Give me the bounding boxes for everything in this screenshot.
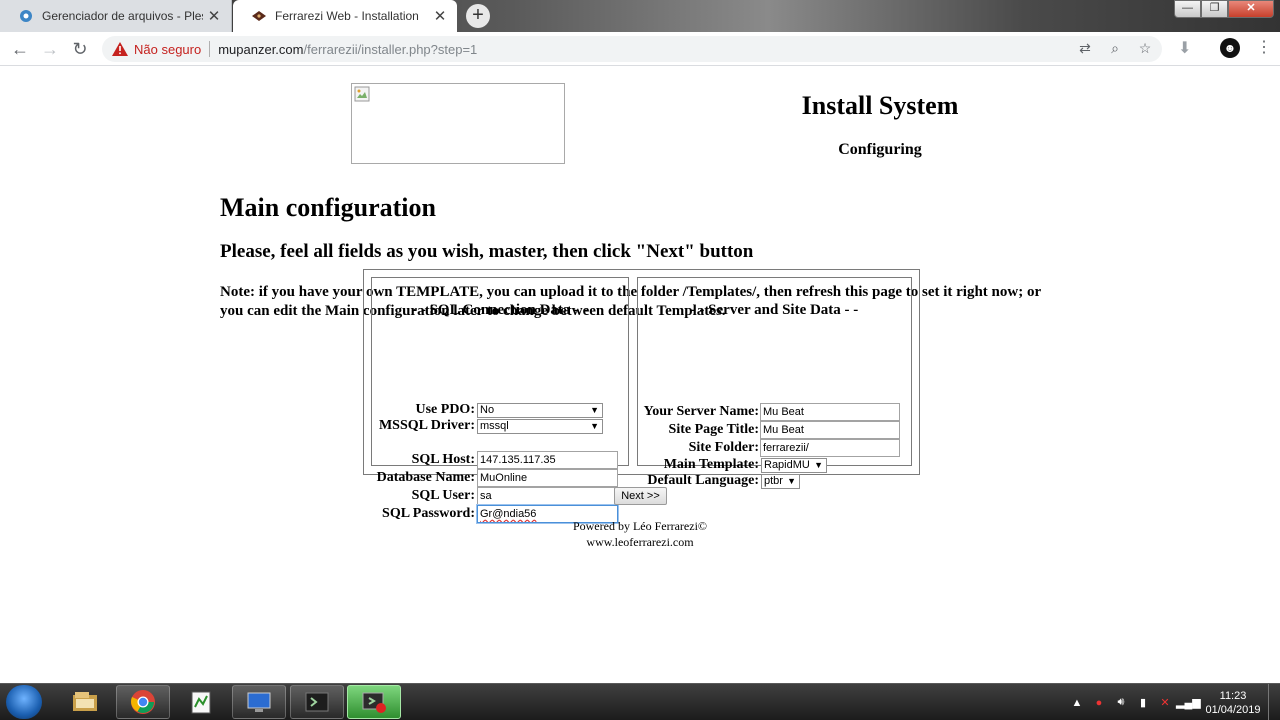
install-title: Install System xyxy=(801,91,959,120)
main-heading: Main configuration xyxy=(220,193,436,222)
dropdown-arrow-icon: ▼ xyxy=(787,475,796,486)
not-secure-label[interactable]: Não seguro xyxy=(134,42,201,57)
mssql-driver-select[interactable]: mssql ▼ xyxy=(477,418,603,434)
address-bar[interactable]: Não seguro mupanzer.com /ferrarezii/inst… xyxy=(102,36,1162,62)
window-close-icon[interactable]: ✕ xyxy=(1228,0,1274,18)
site-folder-input[interactable]: ferrarezii/ xyxy=(760,439,900,457)
powered-by-text: Powered by Léo Ferrarezi© xyxy=(572,519,708,533)
bookmark-star-icon[interactable]: ☆ xyxy=(1136,40,1154,57)
download-icon[interactable]: ⬇ xyxy=(1178,38,1191,58)
website-link[interactable]: www.leoferrarezi.com xyxy=(440,534,840,550)
mssql-driver-row: MSSQL Driver: mssql ▼ xyxy=(372,418,603,434)
dropdown-arrow-icon: ▼ xyxy=(590,420,599,431)
instruction-heading: Please, feel all fields as you wish, mas… xyxy=(220,241,754,262)
url-path: /ferrarezii/installer.php?step=1 xyxy=(303,41,478,57)
ferrarezi-favicon-icon xyxy=(251,8,267,24)
page-title-label: Site Page Title: xyxy=(668,422,759,437)
taskbar-notepad-icon[interactable] xyxy=(174,685,228,719)
sql-host-label: SQL Host: xyxy=(411,452,475,467)
default-language-select[interactable]: ptbr ▼ xyxy=(761,473,800,489)
database-name-row: Database Name: MuOnline xyxy=(372,469,618,487)
database-name-label: Database Name: xyxy=(376,470,475,485)
reload-icon[interactable]: ↻ xyxy=(68,37,92,61)
page-title-input[interactable]: Mu Beat xyxy=(760,421,900,439)
main-template-row: Main Template: RapidMU ▼ xyxy=(638,457,827,473)
tab-title: Ferrarezi Web - Installation xyxy=(275,9,419,23)
url-host: mupanzer.com xyxy=(218,41,304,57)
tab-title: Gerenciador de arquivos - Plesk O xyxy=(42,9,203,23)
network-error-icon[interactable]: ✕ xyxy=(1154,696,1176,709)
tab-strip: Gerenciador de arquivos - Plesk O ✕ Ferr… xyxy=(0,0,1280,32)
windows-taskbar: ▲ ● 🔊︎ ▮ ✕ ▂▄▆ 11:23 01/04/2019 xyxy=(0,683,1280,720)
main-template-label: Main Template: xyxy=(663,457,759,472)
tab-close-icon[interactable]: ✕ xyxy=(203,7,225,25)
broken-image-icon xyxy=(354,86,370,102)
page-title-row: Site Page Title: Mu Beat xyxy=(638,421,900,439)
forward-arrow-icon[interactable]: → xyxy=(38,37,62,61)
server-panel-title: - - Server and Site Data - - xyxy=(690,302,859,318)
zoom-icon[interactable]: ⌕ xyxy=(1106,40,1124,57)
taskbar-active-app-icon[interactable] xyxy=(347,685,401,719)
clock-time: 11:23 xyxy=(1219,689,1247,702)
database-name-input[interactable]: MuOnline xyxy=(477,469,618,487)
server-name-label: Your Server Name: xyxy=(643,404,759,419)
taskbar-remote-desktop-icon[interactable] xyxy=(232,685,286,719)
footer-credits: Powered by Léo Ferrarezi© www.leoferrare… xyxy=(440,518,840,550)
translate-icon[interactable]: ⇄ xyxy=(1076,40,1094,57)
next-button[interactable]: Next >> xyxy=(614,487,667,505)
omnibox-actions: ⇄ ⌕ ☆ xyxy=(1076,40,1154,57)
use-pdo-label: Use PDO: xyxy=(415,402,476,417)
profile-avatar-icon[interactable]: ☻ xyxy=(1220,38,1240,58)
use-pdo-select[interactable]: No ▼ xyxy=(477,402,603,418)
tab-installation[interactable]: Ferrarezi Web - Installation ✕ xyxy=(233,0,457,32)
taskbar-app-explorer-icon[interactable] xyxy=(58,685,112,719)
show-desktop-button[interactable] xyxy=(1268,684,1280,720)
maximize-icon[interactable]: ❐ xyxy=(1201,0,1228,18)
dropdown-arrow-icon: ▼ xyxy=(590,404,599,415)
plesk-favicon-icon xyxy=(18,8,34,24)
tab-close-icon[interactable]: ✕ xyxy=(429,7,451,25)
dropdown-arrow-icon: ▼ xyxy=(814,459,823,470)
separator xyxy=(209,41,211,57)
configuring-subtitle: Configuring xyxy=(838,141,922,158)
mssql-driver-label: MSSQL Driver: xyxy=(378,418,475,433)
server-name-input[interactable]: Mu Beat xyxy=(760,403,900,421)
window-controls: — ❐ ✕ xyxy=(1174,0,1274,18)
volume-icon[interactable]: 🔊︎ xyxy=(1110,696,1132,709)
sql-host-row: SQL Host: 147.135.117.35 xyxy=(372,451,618,469)
start-button-icon[interactable] xyxy=(6,685,42,719)
sql-user-label: SQL User: xyxy=(411,488,475,503)
tray-antivirus-icon[interactable]: ● xyxy=(1088,697,1110,709)
warning-icon xyxy=(112,41,128,57)
sql-panel-title: - - SQL Connection Data - - xyxy=(412,302,588,318)
server-name-row: Your Server Name: Mu Beat xyxy=(638,403,900,421)
main-template-select[interactable]: RapidMU ▼ xyxy=(761,457,827,473)
sql-connection-panel: - - SQL Connection Data - - xyxy=(371,277,629,466)
battery-icon[interactable]: ▮ xyxy=(1132,696,1154,709)
clock[interactable]: 11:23 01/04/2019 xyxy=(1198,689,1268,717)
new-tab-button[interactable]: + xyxy=(466,4,490,28)
logo-image xyxy=(351,83,565,164)
site-folder-row: Site Folder: ferrarezii/ xyxy=(638,439,900,457)
tray-expand-icon[interactable]: ▲ xyxy=(1066,697,1088,709)
system-tray: ▲ ● 🔊︎ ▮ ✕ ▂▄▆ 11:23 01/04/2019 xyxy=(1066,684,1280,720)
sql-user-input[interactable]: sa xyxy=(477,487,618,505)
clock-date: 01/04/2019 xyxy=(1205,703,1261,716)
site-folder-label: Site Folder: xyxy=(688,440,759,455)
sql-user-row: SQL User: sa xyxy=(372,487,618,505)
sql-host-input[interactable]: 147.135.117.35 xyxy=(477,451,618,469)
signal-icon[interactable]: ▂▄▆ xyxy=(1176,696,1201,709)
back-arrow-icon[interactable]: ← xyxy=(8,37,32,61)
use-pdo-row: Use PDO: No ▼ xyxy=(372,402,603,418)
taskbar-terminal-icon[interactable] xyxy=(290,685,344,719)
menu-dots-icon[interactable]: ⋮ xyxy=(1256,38,1272,58)
tab-file-manager[interactable]: Gerenciador de arquivos - Plesk O ✕ xyxy=(0,0,232,32)
minimize-icon[interactable]: — xyxy=(1174,0,1201,18)
taskbar-chrome-icon[interactable] xyxy=(116,685,170,719)
browser-toolbar: ← → ↻ Não seguro mupanzer.com /ferrarezi… xyxy=(0,32,1280,66)
